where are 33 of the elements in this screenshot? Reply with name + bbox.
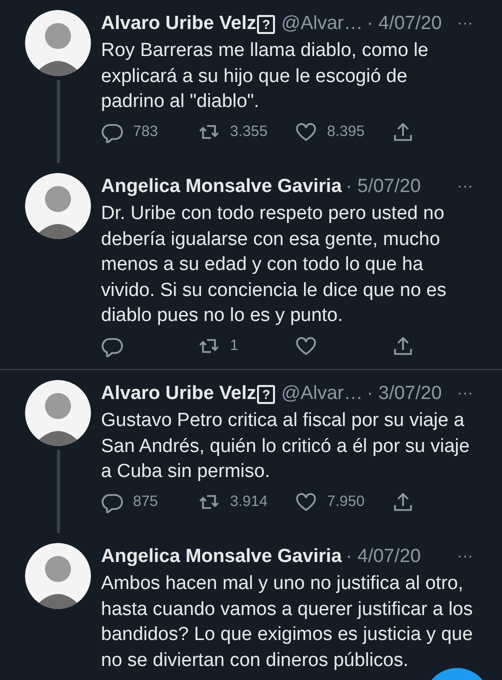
reply-button[interactable]: 783 [101, 120, 198, 143]
more-button[interactable]: ··· [457, 380, 481, 408]
heart-icon [295, 334, 317, 357]
heart-icon [295, 490, 317, 513]
missing-glyph-icon: ? [257, 384, 276, 404]
tweet-date[interactable]: · 4/07/20 [346, 543, 421, 571]
more-button[interactable]: ··· [457, 543, 481, 571]
author-name[interactable]: Angelica Monsalve Gaviria [101, 543, 342, 571]
tweet-text: Roy Barreras me llama diablo, como le explicará a su hijo que le escogió de padrino al "diablo". [101, 39, 430, 114]
share-icon [392, 120, 414, 143]
tweet-date[interactable]: · 4/07/20 [366, 10, 442, 38]
author-handle[interactable]: @Alvar… [281, 380, 363, 408]
retweet-button[interactable]: 1 [198, 334, 295, 357]
tweet-date[interactable]: · 5/07/20 [346, 173, 421, 201]
reply-button[interactable]: 875 [101, 490, 198, 513]
author-name[interactable]: Alvaro Uribe Velz [101, 380, 256, 408]
retweet-button[interactable]: 3.355 [198, 120, 295, 143]
like-button[interactable]: 8.395 [295, 120, 392, 143]
tweet-text: Gustavo Petro critica al fiscal por su viaje a San Andrés, quién lo criticó a él por su viaje a Cuba sin permiso. [101, 409, 471, 484]
retweet-button[interactable]: 3.914 [198, 490, 295, 513]
author-name[interactable]: Angelica Monsalve Gaviria [101, 173, 342, 201]
share-icon [392, 334, 414, 357]
author-name[interactable]: Alvaro Uribe Velz [101, 10, 256, 38]
author-handle[interactable]: @Alvar… [281, 10, 363, 38]
like-button[interactable]: 7.950 [295, 490, 392, 513]
tweet-text: Ambos hacen mal y uno no justifica al otro, hasta cuando vamos a querer justificar a los bandidos? Lo que exigimos es justicia y que no se diviertan con dineros públicos. [101, 572, 474, 672]
share-icon [392, 490, 414, 513]
heart-icon [295, 120, 317, 143]
tweet-text: Dr. Uribe con todo respeto pero usted no debería igualarse con esa gente, mucho menos a su edad y con todo lo que ha vivido. Si su conciencia le dice que no es diablo pues no lo es y punto. [101, 202, 448, 328]
more-button[interactable]: ··· [457, 173, 481, 201]
tweet-date[interactable]: · 3/07/20 [366, 380, 442, 408]
more-button[interactable]: ··· [457, 10, 481, 38]
missing-glyph-icon: ? [257, 14, 276, 34]
